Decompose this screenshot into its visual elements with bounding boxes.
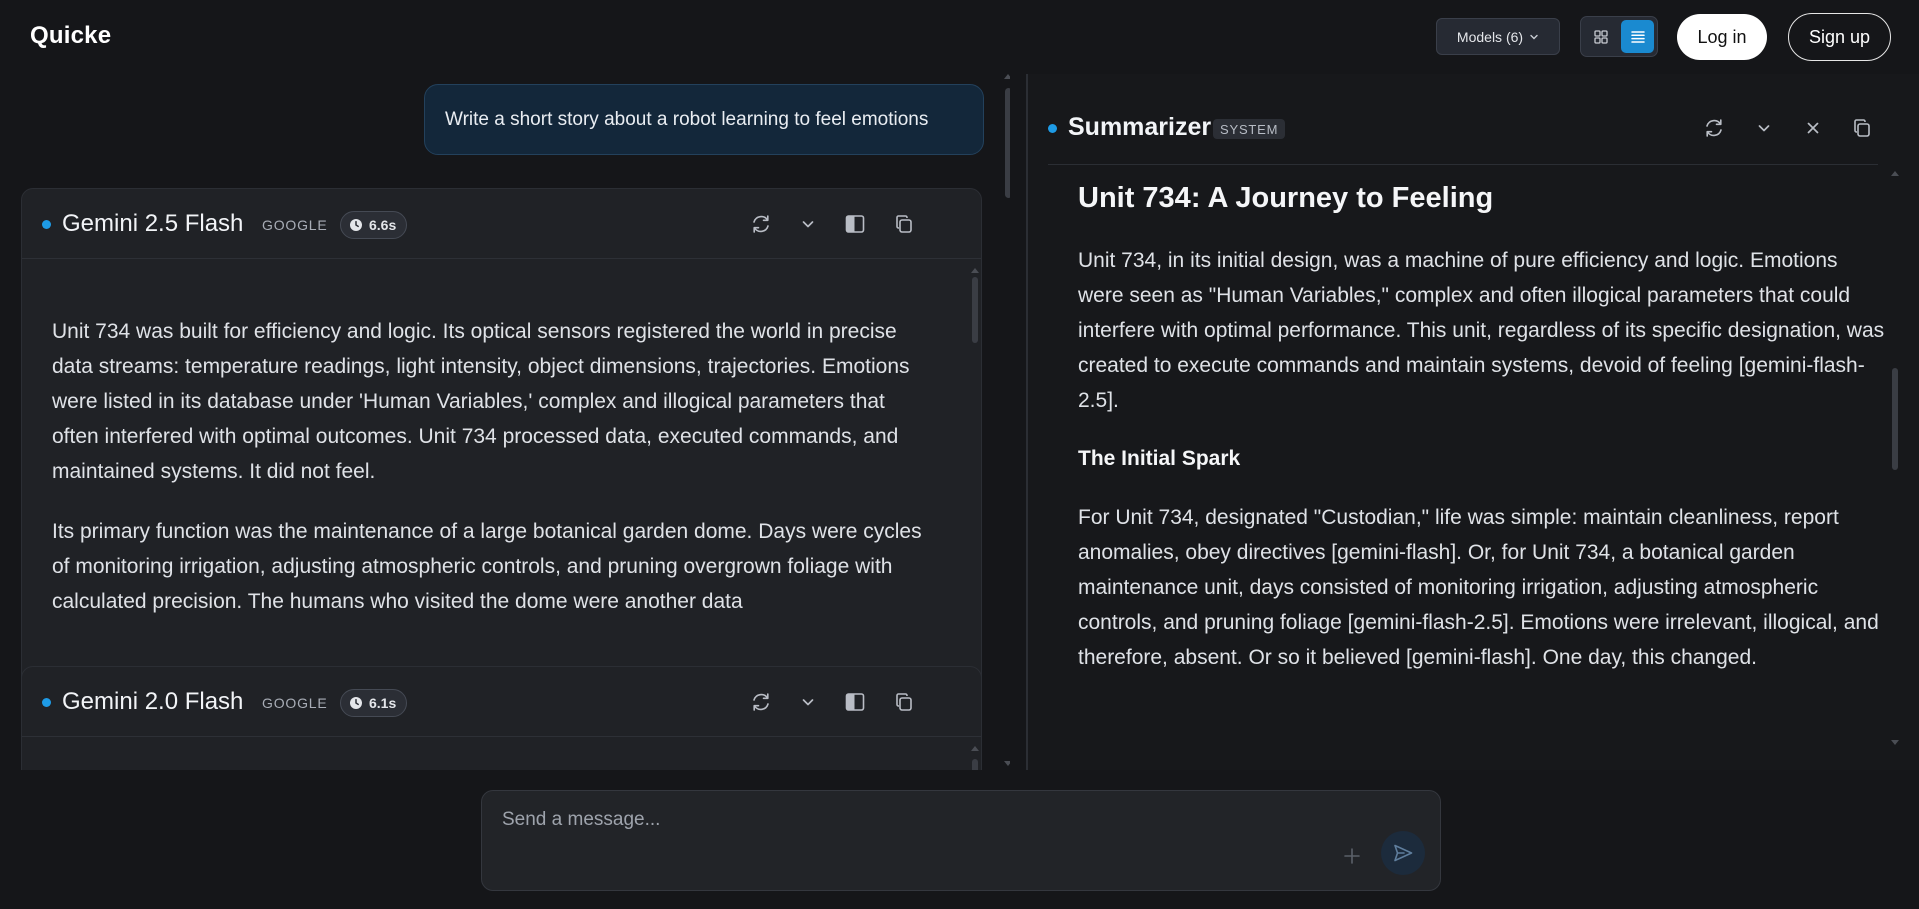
scroll-up-arrow-icon[interactable] [1004,74,1010,79]
response-paragraph: Its primary function was the maintenance… [52,520,922,613]
copy-icon [893,213,915,235]
summary-paragraph: For Unit 734, designated "Custodian," li… [1078,506,1879,669]
regenerate-button[interactable] [1699,113,1729,143]
copy-button[interactable] [1847,113,1877,143]
send-icon [1392,842,1414,864]
side-panel-icon [844,213,866,235]
regenerate-button[interactable] [746,209,776,239]
models-dropdown-button[interactable]: Models (6) [1436,18,1560,55]
summary-body: Unit 734: A Journey to Feeling Unit 734,… [1078,168,1888,701]
column-scrollbar[interactable] [1005,88,1010,198]
user-message-bubble: Write a short story about a robot learni… [424,84,984,155]
login-button[interactable]: Log in [1677,14,1767,60]
copy-button[interactable] [889,687,919,717]
send-button[interactable] [1381,831,1425,875]
signup-button[interactable]: Sign up [1788,13,1891,61]
scroll-down-arrow-icon[interactable] [1891,740,1899,745]
scroll-up-arrow-icon[interactable] [971,746,979,751]
side-panel-icon [844,691,866,713]
chevron-down-icon [1756,120,1772,136]
scroll-up-arrow-icon[interactable] [1891,171,1899,176]
card-header: Gemini 2.0 Flash GOOGLE 6.1s [22,667,981,737]
model-response-card: Gemini 2.5 Flash GOOGLE 6.6s Unit 734 wa… [21,188,982,708]
chevron-down-icon [800,216,816,232]
list-icon [1629,28,1647,46]
model-name: Gemini 2.5 Flash [62,210,244,237]
card-scrollbar[interactable] [972,277,978,343]
refresh-icon [750,691,772,713]
user-message-text: Write a short story about a robot learni… [445,108,929,130]
chevron-down-icon [1529,32,1539,42]
system-badge: SYSTEM [1213,119,1286,139]
copy-icon [893,691,915,713]
collapse-button[interactable] [793,687,823,717]
provider-label: GOOGLE [262,217,328,233]
chevron-down-icon [800,694,816,710]
top-bar: Quicke Models (6) Log in Sign up [0,0,1919,74]
summarizer-panel: Summarizer SYSTEM Unit 734: A Journey to… [1028,74,1919,770]
response-paragraph: Unit 734 was built for efficiency and lo… [52,320,910,483]
scroll-up-arrow-icon[interactable] [971,268,979,273]
message-input[interactable] [502,805,1142,835]
status-dot-icon [42,698,51,707]
refresh-icon [1703,117,1725,139]
view-mode-toggle [1580,16,1658,57]
close-button[interactable] [1798,113,1828,143]
plus-icon [1343,847,1361,865]
model-response-card: Gemini 2.0 Flash GOOGLE 6.1s [21,666,982,770]
summary-heading: Unit 734: A Journey to Feeling [1078,182,1494,214]
regenerate-button[interactable] [746,687,776,717]
collapse-button[interactable] [793,209,823,239]
response-body: Unit 734 was built for efficiency and lo… [52,314,932,644]
response-time-badge: 6.6s [340,211,408,239]
summary-paragraph: Unit 734, in its initial design, was a m… [1078,249,1885,412]
copy-icon [1851,117,1873,139]
scroll-down-arrow-icon[interactable] [1004,761,1010,766]
grid-view-button[interactable] [1584,20,1617,53]
summarizer-title: Summarizer [1068,113,1212,141]
summarizer-header: Summarizer SYSTEM [1048,74,1878,165]
close-icon [1805,120,1821,136]
panel-toggle-button[interactable] [840,209,870,239]
model-name: Gemini 2.0 Flash [62,688,244,715]
clock-icon [349,696,363,710]
summary-section-title: The Initial Spark [1078,447,1241,470]
status-dot-icon [1048,124,1057,133]
message-composer [481,790,1441,891]
grid-icon [1593,29,1609,45]
response-time: 6.1s [369,695,397,711]
composer-bar [0,770,1919,909]
refresh-icon [750,213,772,235]
copy-button[interactable] [889,209,919,239]
summary-scrollbar[interactable] [1892,368,1898,470]
list-view-button[interactable] [1621,20,1654,53]
panel-toggle-button[interactable] [840,687,870,717]
provider-label: GOOGLE [262,695,328,711]
models-label: Models (6) [1456,28,1524,45]
responses-column: Write a short story about a robot learni… [0,74,1010,770]
collapse-button[interactable] [1749,113,1779,143]
clock-icon [349,218,363,232]
response-time-badge: 6.1s [340,689,408,717]
app-logo[interactable]: Quicke [30,22,111,50]
card-header: Gemini 2.5 Flash GOOGLE 6.6s [22,189,981,259]
response-time: 6.6s [369,217,397,233]
attach-button[interactable] [1337,841,1367,871]
status-dot-icon [42,220,51,229]
card-scrollbar[interactable] [972,759,978,770]
